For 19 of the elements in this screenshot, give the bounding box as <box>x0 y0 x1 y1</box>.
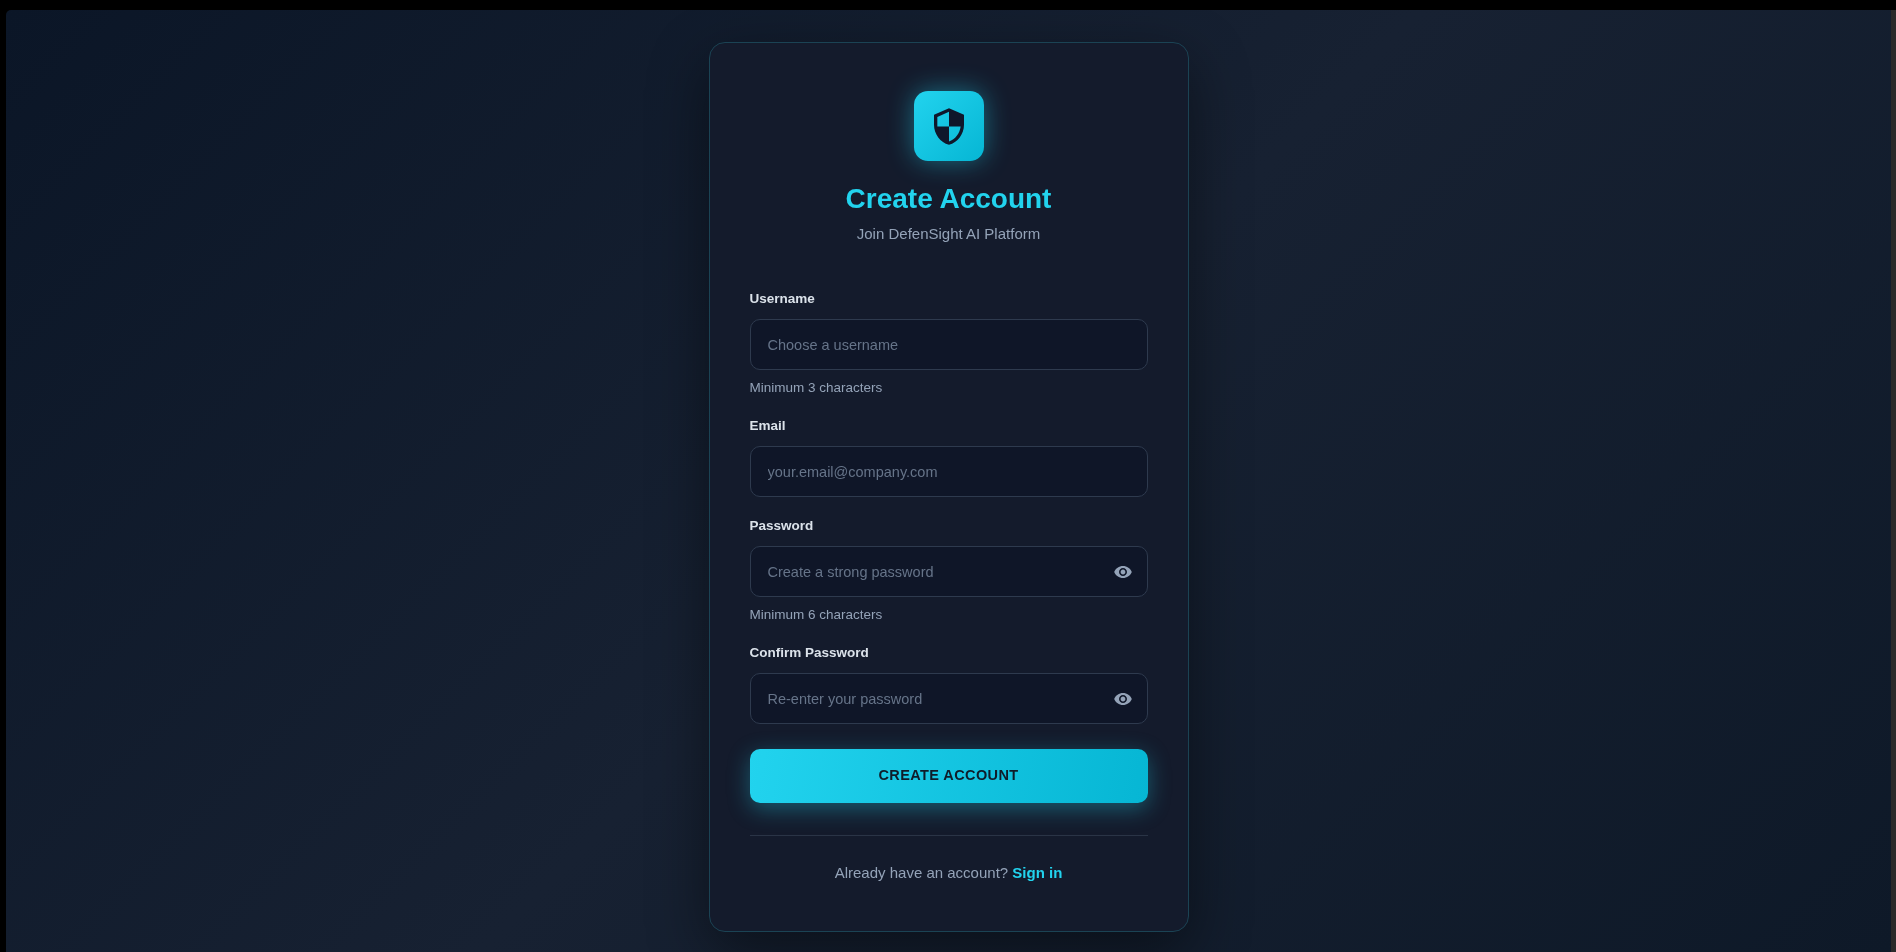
text-field[interactable]: Choose a username <box>749 319 1148 370</box>
sign-in-prompt: Already have an account? Sign in <box>833 863 1064 883</box>
field-hint: Minimum 3 characters <box>749 379 884 397</box>
create-account-button[interactable]: CREATE ACCOUNT <box>749 749 1148 803</box>
email-field[interactable]: your.email@company.com <box>749 446 1148 497</box>
page-title: Create Account <box>844 182 1053 216</box>
scrollbar-track[interactable] <box>1891 10 1896 952</box>
sign-in-link[interactable]: Sign in <box>1012 864 1063 881</box>
password-field[interactable]: Re-enter your password <box>749 673 1148 724</box>
eye-icon[interactable] <box>1113 566 1132 578</box>
password-field[interactable]: Create a strong password <box>749 546 1148 597</box>
field-hint: Minimum 6 characters <box>749 606 884 624</box>
eye-icon[interactable] <box>1113 693 1132 705</box>
shield-icon <box>913 91 984 161</box>
field-label: Username <box>749 290 816 308</box>
field-label: Email <box>749 417 787 435</box>
page-subtitle: Join DefenSight AI Platform <box>855 224 1042 244</box>
field-label: Confirm Password <box>749 644 870 662</box>
field-label: Password <box>749 517 815 535</box>
